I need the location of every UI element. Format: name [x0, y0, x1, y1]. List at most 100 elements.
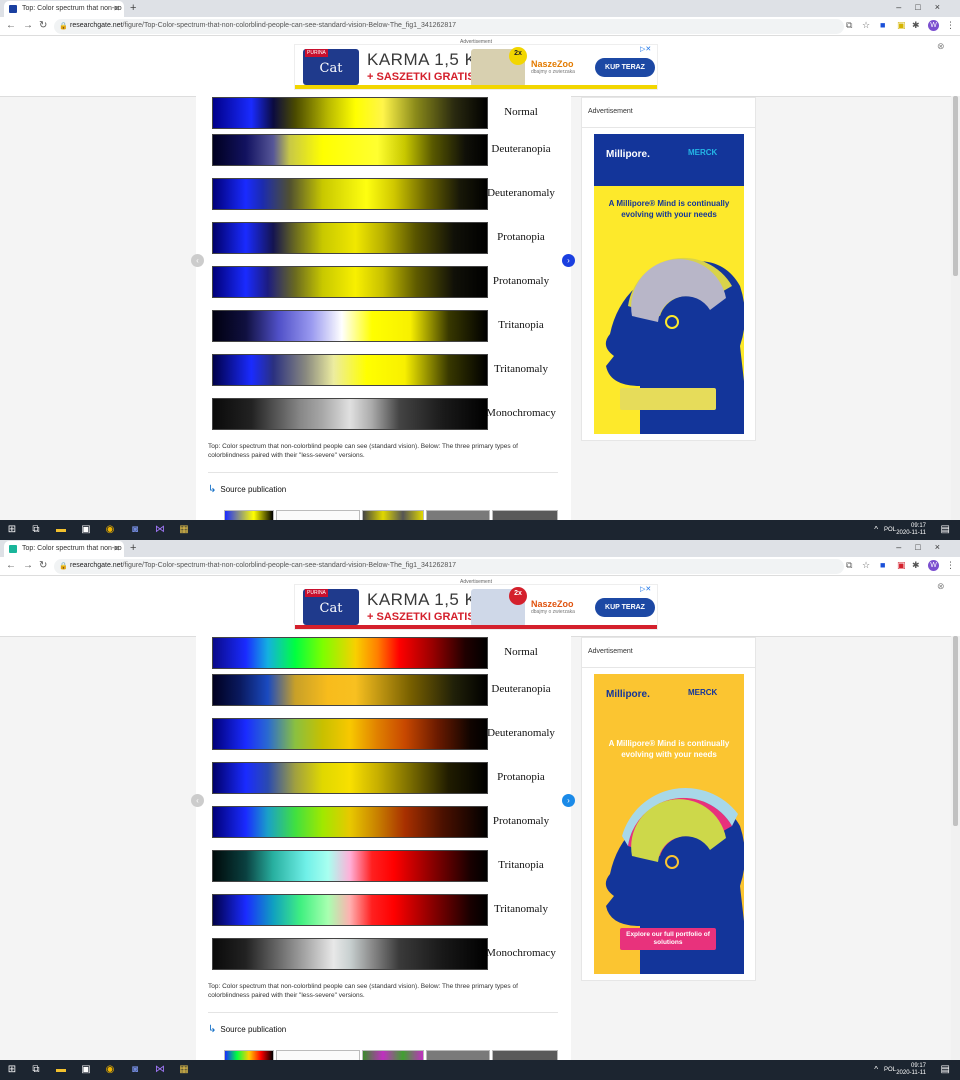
chrome-icon[interactable]: ◉: [104, 1064, 116, 1076]
buy-now-button[interactable]: KUP TERAZ: [595, 598, 655, 617]
row-label: Protanopia: [497, 231, 545, 243]
close-tab-icon[interactable]: ✕: [113, 544, 120, 553]
spectrum-row: Monochromacy: [210, 398, 556, 430]
millipore-ad[interactable]: Millipore. MERCK A Millipore® Mind is co…: [594, 134, 744, 434]
address-bar[interactable]: 🔒 researchgate.net/figure/Top-Color-spec…: [54, 559, 844, 574]
spectrum-row: Tritanopia: [210, 850, 555, 882]
chrome-icon[interactable]: ◉: [104, 524, 116, 536]
notifications-icon[interactable]: ▤: [941, 1064, 950, 1075]
download-extension-icon[interactable]: ■: [880, 20, 885, 30]
translate-icon[interactable]: ⧉: [846, 560, 852, 571]
buy-now-button[interactable]: KUP TERAZ: [595, 58, 655, 77]
menu-icon[interactable]: ⋮: [946, 560, 955, 571]
file-explorer-icon[interactable]: ▬: [55, 1064, 67, 1076]
forward-icon[interactable]: →: [23, 560, 33, 571]
spectrum-bar-deuteranomaly: [212, 718, 488, 750]
spectrum-bar-normal: [212, 97, 488, 129]
spectrum-bar-tritanomaly: [212, 354, 488, 386]
spectrum-row: Protanomaly: [210, 266, 555, 298]
ad-headline: A Millipore® Mind is continually evolvin…: [608, 199, 730, 219]
app-icon[interactable]: ▦: [178, 1064, 190, 1076]
visual-studio-icon[interactable]: ⋈: [154, 524, 166, 536]
banner-footer-bar: [295, 85, 657, 89]
reload-icon[interactable]: ↻: [39, 560, 47, 571]
discord-icon[interactable]: ◙: [129, 1064, 141, 1076]
windows-taskbar: ⊞ ⧉ ▬ ▣ ◉ ◙ ⋈ ▦ ^ POL 09:17 2020-11-11 ▤: [0, 520, 960, 540]
star-icon[interactable]: ☆: [862, 560, 870, 571]
back-icon[interactable]: ←: [6, 560, 16, 571]
back-icon[interactable]: ←: [6, 20, 16, 31]
divider: [208, 472, 558, 473]
app-icon[interactable]: ▣: [80, 1064, 92, 1076]
merck-logo: MERCK: [688, 688, 718, 697]
clock[interactable]: 09:17 2020-11-11: [896, 523, 926, 537]
spectrum-bar-normal: [212, 637, 488, 669]
page-scrollbar[interactable]: [951, 96, 960, 520]
profile-avatar[interactable]: W: [928, 560, 939, 571]
spectrum-bar-protanomaly: [212, 806, 488, 838]
page-body: Normal Deuteranopia Deuteranomaly Protan…: [0, 636, 960, 1066]
source-publication[interactable]: ↳ Source publication: [208, 1024, 286, 1035]
app-icon[interactable]: ▣: [80, 524, 92, 536]
dismiss-ad-icon[interactable]: ⊗: [937, 41, 945, 52]
app-icon[interactable]: ▦: [178, 524, 190, 536]
visual-studio-icon[interactable]: ⋈: [154, 1064, 166, 1076]
windows-start-icon[interactable]: ⊞: [6, 524, 18, 536]
language-indicator[interactable]: POL: [884, 527, 896, 533]
scrollbar-thumb[interactable]: [953, 636, 958, 826]
row-label: Deuteranopia: [491, 683, 551, 695]
previous-figure-button[interactable]: ‹: [191, 254, 204, 267]
translate-icon[interactable]: ⧉: [846, 20, 852, 31]
new-tab-button[interactable]: +: [130, 542, 136, 554]
dismiss-ad-icon[interactable]: ⊗: [937, 581, 945, 592]
gratis-badge: 2x: [509, 47, 527, 65]
spectrum-bar-deuteranopia: [212, 674, 488, 706]
adchoices-icon[interactable]: ▷✕: [640, 45, 651, 53]
source-publication[interactable]: ↳ Source publication: [208, 484, 286, 495]
banner-ad[interactable]: Cat PURINA KARMA 1,5 KG + SASZETKI GRATI…: [294, 584, 658, 630]
notifications-icon[interactable]: ▤: [941, 524, 950, 535]
puzzle-icon[interactable]: ✱: [912, 20, 920, 31]
chevron-up-icon[interactable]: ^: [874, 1065, 878, 1074]
explore-button[interactable]: Explore our full portfolio of solutions: [620, 928, 716, 950]
spectrum-bar-tritanopia: [212, 310, 488, 342]
discord-icon[interactable]: ◙: [129, 524, 141, 536]
star-icon[interactable]: ☆: [862, 20, 870, 31]
banner-ad[interactable]: Cat PURINA KARMA 1,5 KG + SASZETKI GRATI…: [294, 44, 658, 90]
shop-logo: NaszeZoo dbajmy o zwierzaka: [531, 599, 575, 615]
next-figure-button[interactable]: ›: [562, 254, 575, 267]
menu-icon[interactable]: ⋮: [946, 20, 955, 31]
windows-start-icon[interactable]: ⊞: [6, 1064, 18, 1076]
browser-tab[interactable]: Top: Color spectrum that non-co ✕: [4, 1, 124, 17]
task-view-icon[interactable]: ⧉: [30, 1064, 42, 1076]
clock[interactable]: 09:17 2020-11-11: [896, 1063, 926, 1077]
chevron-up-icon[interactable]: ^: [874, 525, 878, 534]
adchoices-icon[interactable]: ▷✕: [640, 585, 651, 593]
previous-figure-button[interactable]: ‹: [191, 794, 204, 807]
page-body: Normal Deuteranopia Deuteranomaly Protan…: [0, 96, 960, 526]
profile-avatar[interactable]: W: [928, 20, 939, 31]
download-extension-icon[interactable]: ■: [880, 560, 885, 570]
millipore-ad[interactable]: Millipore. MERCK A Millipore® Mind is co…: [594, 674, 744, 974]
extension-icon[interactable]: ▣: [897, 20, 906, 31]
spectrum-bar-protanopia: [212, 222, 488, 254]
explore-button[interactable]: [620, 388, 716, 410]
next-figure-button[interactable]: ›: [562, 794, 575, 807]
task-view-icon[interactable]: ⧉: [30, 524, 42, 536]
language-indicator[interactable]: POL: [884, 1067, 896, 1073]
address-bar[interactable]: 🔒 researchgate.net/figure/Top-Color-spec…: [54, 19, 844, 34]
extension-icon[interactable]: ▣: [897, 560, 906, 571]
browser-tab[interactable]: Top: Color spectrum that non-co ✕: [4, 541, 124, 557]
reload-icon[interactable]: ↻: [39, 20, 47, 31]
divider: [582, 127, 755, 128]
figure-card: Normal Deuteranopia Deuteranomaly Protan…: [196, 636, 571, 1066]
forward-icon[interactable]: →: [23, 20, 33, 31]
page-scrollbar[interactable]: [951, 636, 960, 1060]
window-controls[interactable]: –□×: [896, 542, 954, 552]
file-explorer-icon[interactable]: ▬: [55, 524, 67, 536]
close-tab-icon[interactable]: ✕: [113, 4, 120, 13]
new-tab-button[interactable]: +: [130, 2, 136, 14]
puzzle-icon[interactable]: ✱: [912, 560, 920, 571]
scrollbar-thumb[interactable]: [953, 96, 958, 276]
window-controls[interactable]: –□×: [896, 2, 954, 12]
